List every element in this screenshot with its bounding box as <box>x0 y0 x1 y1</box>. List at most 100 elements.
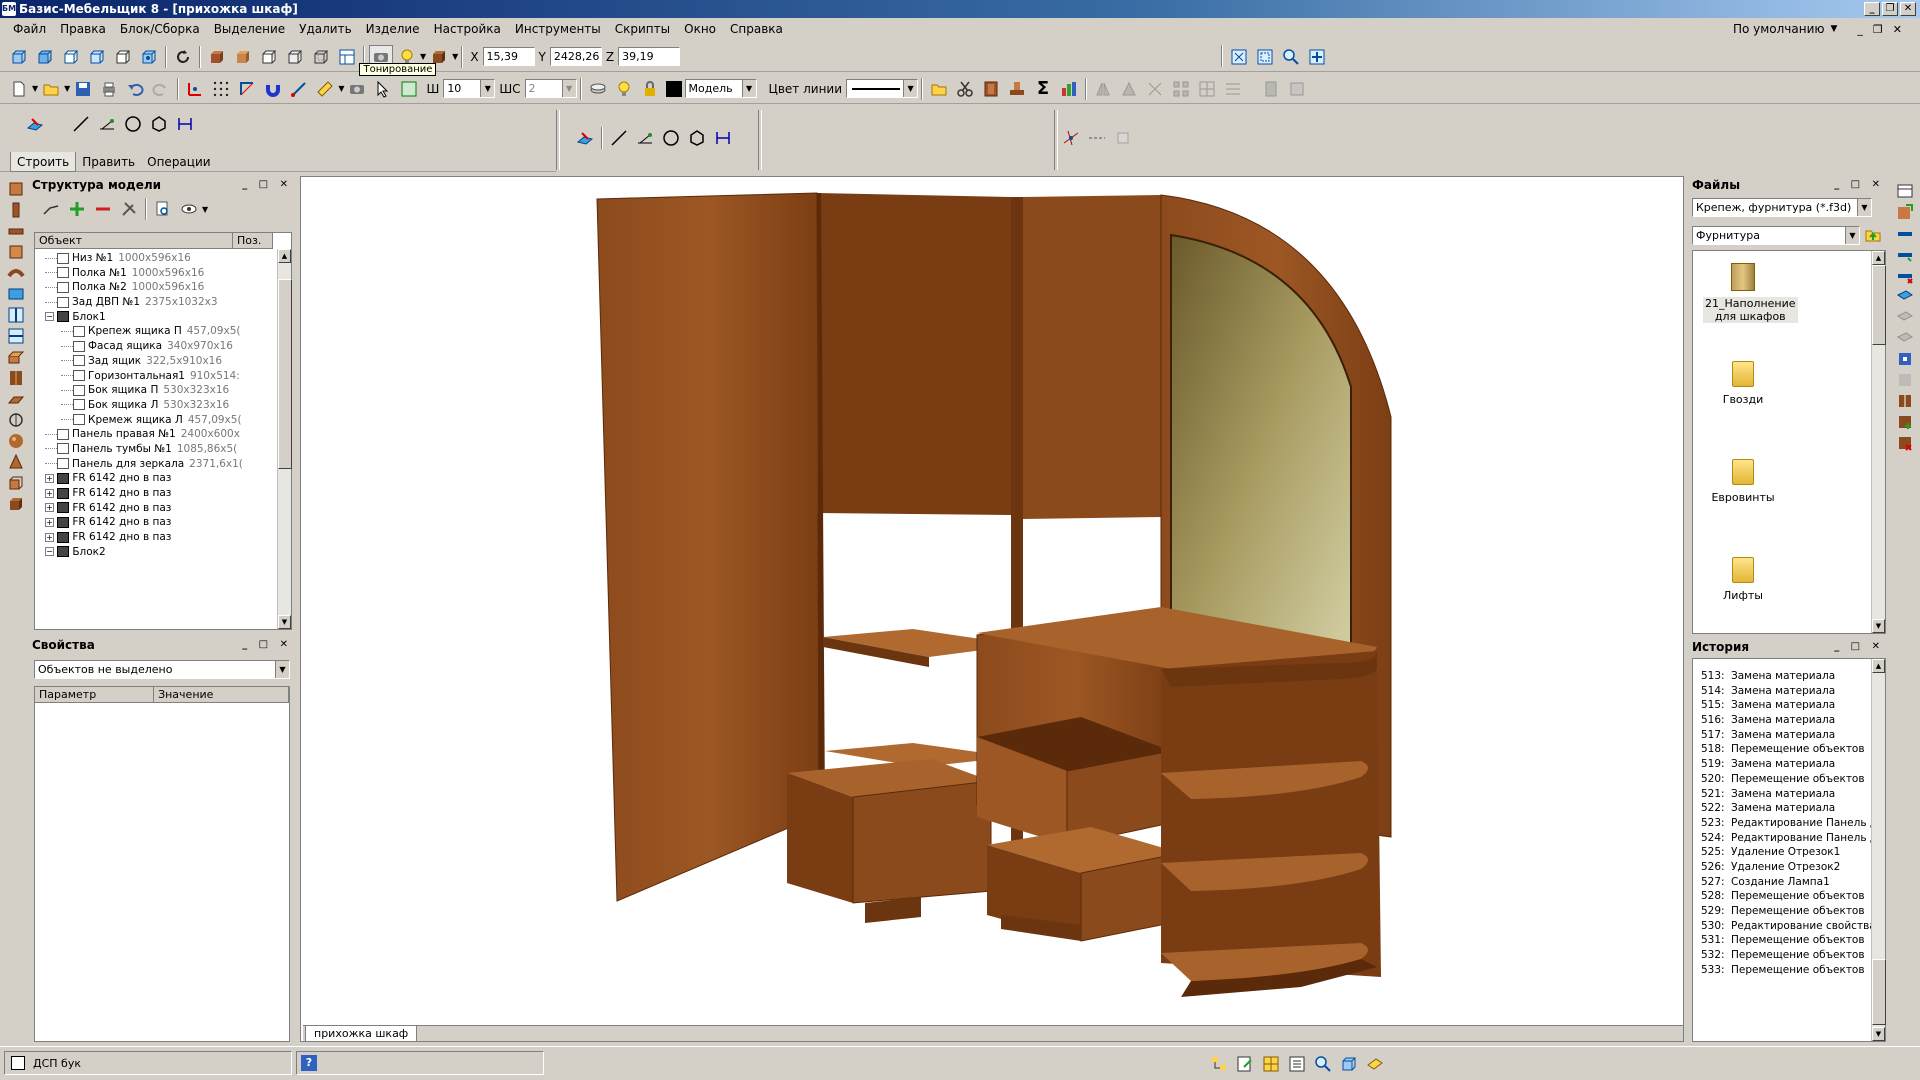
view-iso-icon[interactable] <box>137 45 161 69</box>
zoom-icon[interactable] <box>1279 45 1303 69</box>
tree-row[interactable]: + FR 6142 дно в паз <box>37 471 273 486</box>
history-row[interactable]: 533: Перемещение объектов <box>1693 963 1871 978</box>
front-panel-icon[interactable] <box>5 242 27 262</box>
panel-controls[interactable]: _ □ ✕ <box>1834 176 1884 194</box>
profile-icon[interactable] <box>5 284 27 304</box>
fitting-gray-icon[interactable] <box>1894 370 1916 390</box>
sphere-icon[interactable] <box>5 431 27 451</box>
workspace-selector[interactable]: По умолчанию <box>1733 22 1825 36</box>
report-icon[interactable] <box>1057 77 1081 101</box>
history-row[interactable]: 530: Редактирование свойства <box>1693 919 1876 934</box>
polyline-tool-2-icon[interactable] <box>633 126 657 150</box>
history-row[interactable]: 515: Замена материала <box>1693 698 1871 713</box>
menu-item[interactable]: Инструменты <box>508 18 608 40</box>
tree-row[interactable]: Бок ящика Л 530x323x16 <box>37 398 273 413</box>
drawer-icon[interactable] <box>5 347 27 367</box>
book-icon[interactable] <box>1894 391 1916 411</box>
status-note-icon[interactable] <box>1363 1052 1387 1076</box>
remove-element-icon[interactable] <box>91 197 115 221</box>
plinth-icon[interactable] <box>5 389 27 409</box>
tree-row[interactable]: − Блок2 <box>37 545 273 560</box>
horizontal-panel-icon[interactable] <box>5 221 27 241</box>
expand-icon[interactable]: − <box>45 547 54 557</box>
panel-icon[interactable] <box>979 77 1003 101</box>
box-panel-icon[interactable] <box>5 179 27 199</box>
history-row[interactable]: 524: Редактирование Панель д <box>1693 831 1877 846</box>
view-right-icon[interactable] <box>85 45 109 69</box>
zoom-window-icon[interactable] <box>1253 45 1277 69</box>
file-item[interactable]: Евровинты <box>1703 459 1783 504</box>
restore-button[interactable]: ❐ <box>1882 2 1898 16</box>
snap-grid-icon[interactable] <box>183 77 207 101</box>
history-row[interactable]: 520: Перемещение объектов <box>1693 772 1871 787</box>
status-tree-icon[interactable] <box>1207 1052 1231 1076</box>
file-item[interactable]: 21_Наполнение для шкафов <box>1703 263 1798 323</box>
folder-icon[interactable] <box>927 77 951 101</box>
render-textured-icon[interactable] <box>231 45 255 69</box>
select-icon[interactable] <box>397 77 421 101</box>
menu-item[interactable]: Скрипты <box>608 18 677 40</box>
sigma-icon[interactable]: Σ <box>1031 77 1055 101</box>
help-icon[interactable]: ? <box>301 1055 317 1071</box>
edge-band-add-icon[interactable] <box>1894 244 1916 264</box>
hole-gray-2-icon[interactable] <box>1894 328 1916 348</box>
view-front-icon[interactable] <box>7 45 31 69</box>
chevron-down-icon[interactable]: ▼ <box>1831 24 1838 34</box>
expand-icon[interactable]: + <box>45 503 54 513</box>
status-cube-icon[interactable] <box>1337 1052 1361 1076</box>
edge-band-icon[interactable] <box>1894 223 1916 243</box>
chevron-down-icon[interactable]: ▼ <box>202 205 208 214</box>
view-top-icon[interactable] <box>33 45 57 69</box>
book-remove-icon[interactable] <box>1894 433 1916 453</box>
history-row[interactable]: 518: Перемещение объектов <box>1693 742 1871 757</box>
mdi-window-controls[interactable]: _❐✕ <box>1857 23 1912 36</box>
menu-item[interactable]: Блок/Сборка <box>113 18 207 40</box>
y-coordinate-field[interactable]: 2428,26 <box>549 47 602 66</box>
menu-item[interactable]: Справка <box>723 18 790 40</box>
vertical-divider-icon[interactable] <box>5 305 27 325</box>
history-row[interactable]: 513: Замена материала <box>1693 669 1871 684</box>
expand-icon[interactable]: − <box>45 312 54 322</box>
panel-controls[interactable]: _ □ ✕ <box>242 636 292 654</box>
x-coordinate-field[interactable]: 15,39 <box>482 47 535 66</box>
material-field[interactable]: ДСП бук <box>4 1051 292 1075</box>
find-icon[interactable] <box>151 197 175 221</box>
save-icon[interactable] <box>71 77 95 101</box>
history-row[interactable]: 531: Перемещение объектов <box>1693 933 1871 948</box>
expand-icon[interactable]: + <box>45 473 54 483</box>
draw-sketch-2-icon[interactable] <box>573 126 597 150</box>
ruler-icon[interactable] <box>313 77 337 101</box>
report-table-icon[interactable] <box>1894 181 1916 201</box>
dashed-line-icon[interactable] <box>1085 126 1109 150</box>
box-icon[interactable] <box>5 494 27 514</box>
status-zoom-icon[interactable] <box>1311 1052 1335 1076</box>
line-style-combo[interactable]: ▼ <box>846 79 919 98</box>
circle-tool-2-icon[interactable] <box>659 126 683 150</box>
layer-combo[interactable]: Модель ▼ <box>684 79 757 98</box>
render-hidden-icon[interactable] <box>283 45 307 69</box>
snap-off-icon[interactable] <box>1111 126 1135 150</box>
history-row[interactable]: 514: Замена материала <box>1693 684 1871 699</box>
redo-icon[interactable] <box>149 77 173 101</box>
pan-icon[interactable] <box>1305 45 1329 69</box>
tree-row[interactable]: Панель правая №1 2400x600x <box>37 427 273 442</box>
status-list-icon[interactable] <box>1285 1052 1309 1076</box>
3d-viewport[interactable]: прихожка шкаф <box>300 176 1684 1042</box>
tree-row[interactable]: Полка №1 1000x596x16 <box>37 266 273 281</box>
zoom-extents-icon[interactable] <box>1227 45 1251 69</box>
line-snap-icon[interactable] <box>287 77 311 101</box>
tree-row[interactable]: Низ №1 1000x596x16 <box>37 251 273 266</box>
history-row[interactable]: 529: Перемещение объектов <box>1693 904 1871 919</box>
minimize-button[interactable]: _ <box>1864 2 1880 16</box>
tools-icon[interactable] <box>117 197 141 221</box>
menu-item[interactable]: Файл <box>6 18 53 40</box>
tree-row[interactable]: Крепеж ящика П 457,09x5( <box>37 324 273 339</box>
file-filter-combo[interactable]: Крепеж, фурнитура (*.f3d) ▼ <box>1692 198 1872 217</box>
open-folder-icon[interactable] <box>39 77 63 101</box>
close-button[interactable]: ✕ <box>1900 2 1916 16</box>
polygon-tool-icon[interactable] <box>147 112 171 136</box>
view-back-icon[interactable] <box>111 45 135 69</box>
menu-item[interactable]: Настройка <box>427 18 508 40</box>
menu-item[interactable]: Удалить <box>292 18 359 40</box>
files-scrollbar[interactable]: ▲ ▼ <box>1871 251 1886 633</box>
